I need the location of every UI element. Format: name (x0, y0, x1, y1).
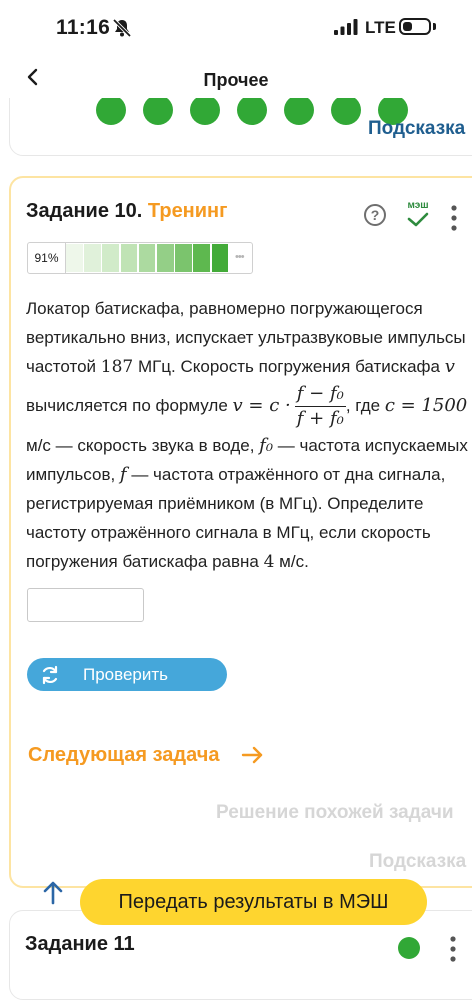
formula-fraction: f − f₀ f + f₀ (294, 382, 346, 431)
problem-part: вычисляется по формуле (26, 395, 233, 415)
progress-segment (175, 244, 192, 272)
problem-part: м/с. (274, 552, 309, 571)
check-button-label: Проверить (83, 665, 169, 684)
result-dot (96, 95, 126, 125)
more-vertical-icon[interactable] (450, 935, 456, 963)
problem-part: м/с — скорость звука в воде, (26, 436, 260, 455)
problem-variable-f: f (119, 464, 127, 485)
progress-segment (138, 244, 156, 272)
formula-numerator: f − f₀ (294, 382, 346, 407)
problem-variable-f0: f₀ (259, 435, 274, 456)
problem-frequency: 187 (100, 357, 134, 377)
mesh-badge-label: мэш (407, 200, 429, 211)
hint-link[interactable]: Подсказка (369, 851, 466, 873)
arrow-right-icon[interactable] (241, 745, 265, 765)
result-dot (284, 95, 314, 125)
task-number: Задание 10. (26, 200, 143, 222)
battery-icon (399, 18, 431, 35)
mute-icon (112, 18, 132, 38)
problem-text: Локатор батискафа, равномерно погружающе… (26, 294, 471, 577)
problem-part: МГц. Скорость погружения батискафа (133, 357, 445, 376)
problem-speed: 4 (263, 552, 275, 572)
problem-constant-c: c = 1500 (384, 394, 468, 416)
refresh-icon (42, 665, 58, 685)
task-title: Задание 10. Тренинг (26, 200, 227, 223)
battery-tip (433, 23, 436, 30)
status-bar: 11:16 LTE (0, 0, 472, 56)
arrow-up-icon[interactable] (40, 880, 66, 906)
hint-link[interactable]: Подсказка (368, 118, 465, 140)
status-time: 11:16 (56, 16, 111, 39)
problem-variable-v: v (444, 356, 455, 377)
signal-icon (334, 19, 358, 35)
next-task-title: Задание 11 (25, 933, 135, 955)
task-mode: Тренинг (147, 200, 228, 222)
checkmark-icon (407, 212, 429, 227)
mesh-badge: мэш (400, 200, 436, 230)
network-label: LTE (365, 18, 396, 37)
progress-more-icon: ••• (235, 251, 245, 263)
progress-segment (84, 244, 101, 272)
formula-denominator: f + f₀ (296, 408, 344, 429)
answer-input[interactable] (27, 588, 144, 622)
progress-bar: 91% ••• (27, 242, 253, 274)
progress-segment (211, 244, 229, 272)
result-dot (143, 95, 173, 125)
status-dot (398, 937, 420, 959)
progress-segment (193, 244, 211, 272)
formula-lhs: v = c · (232, 394, 291, 416)
progress-percent: 91% (28, 243, 66, 273)
result-dot (331, 95, 361, 125)
result-dot (237, 95, 267, 125)
nav-bar: Прочее (0, 56, 472, 98)
progress-segment (120, 244, 138, 272)
page-title: Прочее (203, 70, 269, 90)
more-vertical-icon[interactable] (451, 204, 457, 232)
next-task-link[interactable]: Следующая задача (28, 744, 219, 767)
progress-segment (66, 244, 83, 272)
similar-solution-link[interactable]: Решение похожей задачи (216, 802, 454, 824)
task-card: Задание 10. Тренинг ? мэш 91% ••• Локато… (9, 176, 472, 888)
check-button[interactable]: Проверить (27, 658, 227, 691)
progress-segment (102, 244, 120, 272)
progress-segment (157, 244, 174, 272)
send-to-mesh-button[interactable]: Передать результаты в МЭШ (80, 879, 427, 925)
problem-part: , где (345, 395, 385, 415)
result-dot (190, 95, 220, 125)
help-icon[interactable]: ? (364, 204, 386, 226)
